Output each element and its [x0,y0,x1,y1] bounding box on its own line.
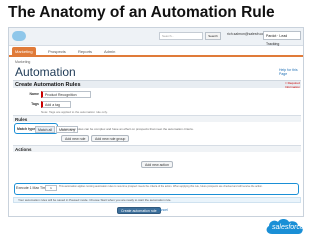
name-label: Name [29,92,39,96]
tab-bar: Marketing Prospects Reports Admin [9,46,303,57]
info-message: Your automation rules will be saved in P… [13,197,301,203]
required-note: = Required Information [285,81,301,89]
search-button[interactable]: Search [205,32,221,40]
name-field[interactable]: Product Recognition [41,91,91,98]
search-input[interactable]: Search... [159,32,203,40]
match-all-option[interactable]: Match all [35,126,56,133]
brand-logo-icon [12,31,26,41]
tab-admin[interactable]: Admin [101,47,118,56]
tab-prospects[interactable]: Prospects [45,47,69,56]
execute-count-field[interactable]: 1 [45,185,57,191]
tab-reports[interactable]: Reports [75,47,95,56]
user-menu[interactable]: rich.salmon@salesfr.com [227,32,266,36]
screenshot-frame: Search... Search rich.salmon@salesfr.com… [8,27,304,217]
app-selector[interactable]: Pardot · Lead Tracking [263,31,301,46]
rules-description: Automation rules can be complex and have… [61,127,194,131]
create-automation-rule-button[interactable]: Create automation rule [117,207,161,214]
breadcrumb[interactable]: Marketing [15,60,30,64]
help-link[interactable]: Help for this Page [279,68,303,76]
add-rule-button[interactable]: Add new rule [61,135,90,142]
tags-hint: Note: Tags are applied to the automation… [41,110,108,114]
add-rule-group-button[interactable]: Add new rule group [91,135,130,142]
rules-section-header: Rules [13,115,301,122]
tags-field[interactable]: Add a tag [41,101,71,108]
actions-section-header: Actions [13,145,301,152]
execute-label: Execute 1 Max Time [16,186,48,190]
top-bar: Search... Search rich.salmon@salesfr.com… [9,28,303,46]
add-action-button[interactable]: Add new action [141,161,173,168]
slide-title: The Anatomy of an Automation Rule [8,4,275,21]
page-title: Automation [15,65,76,79]
form-title: Create Automation Rules [13,80,301,88]
salesforce-logo-text: salesforce [272,224,304,231]
cancel-link[interactable]: Cancel [157,208,168,212]
tags-label: Tags [31,102,39,106]
execute-description: This automation applies running automati… [59,185,263,188]
tab-marketing[interactable]: Marketing [12,47,36,56]
